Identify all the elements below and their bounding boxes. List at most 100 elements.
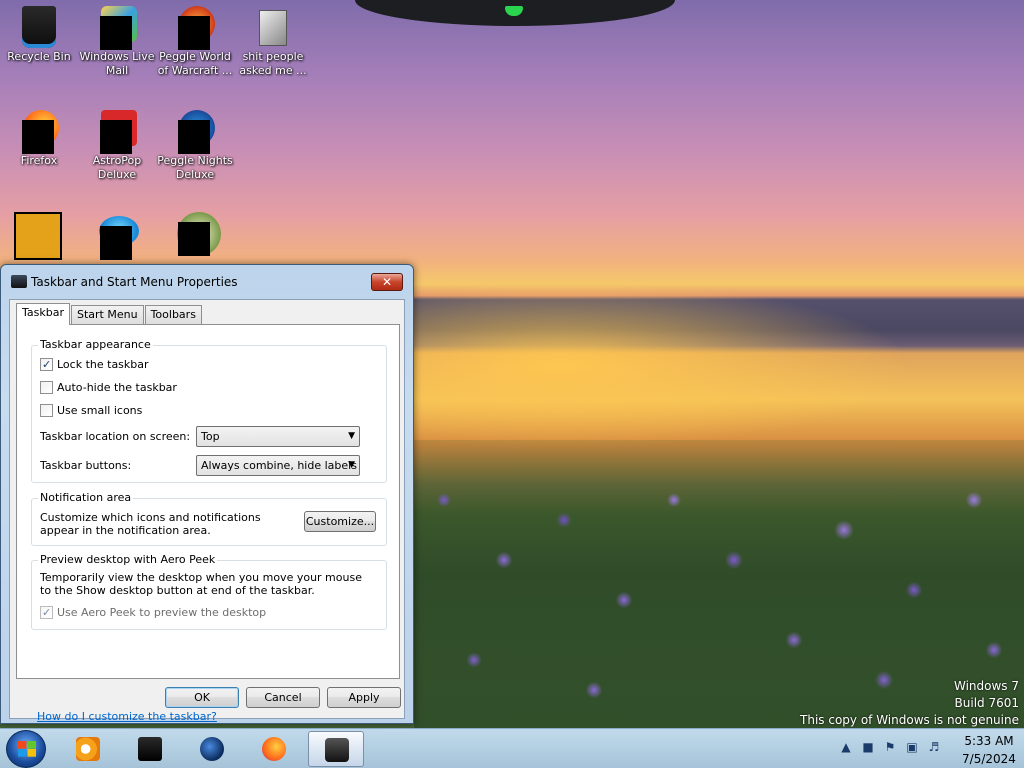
group-label: Notification area <box>38 491 134 504</box>
volume-icon[interactable]: ♬ <box>926 739 942 755</box>
taskbar-item-black-app[interactable] <box>122 731 178 767</box>
ok-button[interactable]: OK <box>165 687 239 708</box>
clock-time: 5:33 AM <box>964 734 1014 748</box>
gadget-icon <box>505 6 523 16</box>
clock-date: 7/5/2024 <box>962 752 1016 766</box>
redacted-box <box>178 222 210 256</box>
desktop-icon-label: Recycle Bin <box>7 50 71 63</box>
desktop-gadget[interactable] <box>355 0 675 26</box>
redacted-box <box>100 226 132 260</box>
redacted-box <box>100 120 132 154</box>
folder-icon <box>259 10 287 46</box>
taskbar-properties-icon <box>11 275 27 288</box>
location-select[interactable]: Top ▼ <box>196 425 360 447</box>
notification-tray: ▲ ■ ⚑ ▣ ♬ <box>838 739 942 755</box>
desktop-icon-windows-live-mail[interactable]: Windows Live Mail <box>78 6 156 78</box>
buttons-row: Taskbar buttons: Always combine, hide la… <box>40 454 378 476</box>
firefox-icon <box>262 737 286 761</box>
desktop-icon-folder[interactable]: shit people asked me ... <box>234 6 312 78</box>
taskbar-properties-icon <box>325 738 349 762</box>
group-taskbar-appearance: Taskbar appearance Lock the taskbar Auto… <box>31 338 387 483</box>
desktop-icon-peggle-nights[interactable]: Peggle Nights Deluxe <box>156 110 234 182</box>
buttons-value: Always combine, hide labels <box>201 458 357 472</box>
globe-icon <box>200 737 224 761</box>
dialog-body: Taskbar Start Menu Toolbars Taskbar appe… <box>9 299 405 723</box>
tab-strip: Taskbar Start Menu Toolbars <box>16 303 203 325</box>
desktop-icon-label: AstroPop Deluxe <box>92 154 142 181</box>
desktop-icon-astropop[interactable]: AstroPop Deluxe <box>78 110 156 182</box>
close-button[interactable]: ✕ <box>371 273 403 291</box>
show-hidden-icons-chevron-icon[interactable]: ▲ <box>838 739 854 755</box>
lock-taskbar-checkbox[interactable] <box>40 357 53 371</box>
autohide-label: Auto-hide the taskbar <box>57 380 177 394</box>
clock[interactable]: 5:33 AM 7/5/2024 <box>954 729 1024 768</box>
redacted-box <box>178 16 210 50</box>
taskbar-item-globe[interactable] <box>184 731 240 767</box>
adobe-icon <box>14 212 62 260</box>
taskbar-properties-dialog: Taskbar and Start Menu Properties ✕ Task… <box>0 264 414 724</box>
small-icons-label: Use small icons <box>57 403 143 417</box>
desktop-icon-firefox[interactable]: Firefox <box>0 110 78 168</box>
lock-taskbar-row[interactable]: Lock the taskbar <box>40 356 149 372</box>
watermark-line: Build 7601 <box>954 696 1019 710</box>
location-value: Top <box>201 429 220 443</box>
desktop-icon-app-4[interactable] <box>78 216 156 260</box>
customize-button[interactable]: Customize... <box>304 511 376 532</box>
autohide-row[interactable]: Auto-hide the taskbar <box>40 379 177 395</box>
desktop-icon-label: Firefox <box>20 154 58 167</box>
desktop-icon-recycle-bin[interactable]: Recycle Bin <box>0 6 78 64</box>
tab-start-menu[interactable]: Start Menu <box>71 305 144 325</box>
redacted-box <box>178 120 210 154</box>
group-notification-area: Notification area Customize which icons … <box>31 491 387 546</box>
action-center-icon[interactable]: ⚑ <box>882 739 898 755</box>
dialog-titlebar[interactable]: Taskbar and Start Menu Properties ✕ <box>1 265 413 299</box>
dropdown-arrow-icon: ▼ <box>348 430 355 441</box>
tab-panel-taskbar: Taskbar appearance Lock the taskbar Auto… <box>16 324 400 723</box>
buttons-label: Taskbar buttons: <box>40 458 132 472</box>
windows-logo-icon <box>18 741 36 757</box>
desktop-icon-peggle-wow[interactable]: Peggle World of Warcraft ... <box>156 6 234 78</box>
aero-peek-row: Use Aero Peek to preview the desktop <box>40 604 266 620</box>
group-aero-peek: Preview desktop with Aero Peek Temporari… <box>31 553 387 630</box>
dialog-title: Taskbar and Start Menu Properties <box>31 275 238 289</box>
desktop-icon-app-3[interactable] <box>10 212 66 264</box>
taskbar-item-firefox[interactable] <box>246 731 302 767</box>
help-link[interactable]: How do I customize the taskbar? <box>37 710 217 723</box>
redacted-box <box>100 16 132 50</box>
redacted-box <box>22 120 54 154</box>
recycle-bin-icon <box>22 6 56 48</box>
display-icon[interactable]: ▣ <box>904 739 920 755</box>
group-label: Preview desktop with Aero Peek <box>38 553 218 566</box>
location-label: Taskbar location on screen: <box>40 429 191 443</box>
media-player-icon <box>76 737 100 761</box>
watermark-line: This copy of Windows is not genuine <box>800 713 1019 727</box>
autohide-checkbox[interactable] <box>40 380 53 394</box>
small-icons-checkbox[interactable] <box>40 403 53 417</box>
black-app-icon <box>138 737 162 761</box>
small-icons-row[interactable]: Use small icons <box>40 402 142 418</box>
desktop-icon-label: Windows Live Mail <box>79 50 155 77</box>
aero-peek-checkbox <box>40 605 53 619</box>
buttons-select[interactable]: Always combine, hide labels ▼ <box>196 454 360 476</box>
taskbar-item-media-player[interactable] <box>60 731 116 767</box>
group-label: Taskbar appearance <box>38 338 153 351</box>
desktop-icon-label: shit people asked me ... <box>239 50 307 77</box>
windows-watermark: Windows 7 Build 7601 This copy of Window… <box>800 678 1019 729</box>
desktop-icon-label: Peggle Nights Deluxe <box>157 154 233 181</box>
dropdown-arrow-icon: ▼ <box>348 459 355 470</box>
network-icon[interactable]: ■ <box>860 739 876 755</box>
desktop-icon-label: Peggle World of Warcraft ... <box>157 50 233 77</box>
taskbar-item-properties[interactable] <box>308 731 364 767</box>
close-icon: ✕ <box>381 275 393 289</box>
watermark-line: Windows 7 <box>953 679 1019 693</box>
taskbar: ▲ ■ ⚑ ▣ ♬ 5:33 AM 7/5/2024 <box>0 728 1024 768</box>
aero-peek-label: Use Aero Peek to preview the desktop <box>57 605 267 619</box>
cancel-button[interactable]: Cancel <box>246 687 320 708</box>
tab-toolbars[interactable]: Toolbars <box>144 305 202 325</box>
apply-button[interactable]: Apply <box>327 687 401 708</box>
tab-taskbar[interactable]: Taskbar <box>16 303 70 325</box>
start-button[interactable] <box>6 730 46 768</box>
aero-peek-text: Temporarily view the desktop when you mo… <box>40 571 362 597</box>
notification-text: Customize which icons and notifications … <box>40 511 261 537</box>
desktop-icon-app-5[interactable] <box>156 212 234 256</box>
